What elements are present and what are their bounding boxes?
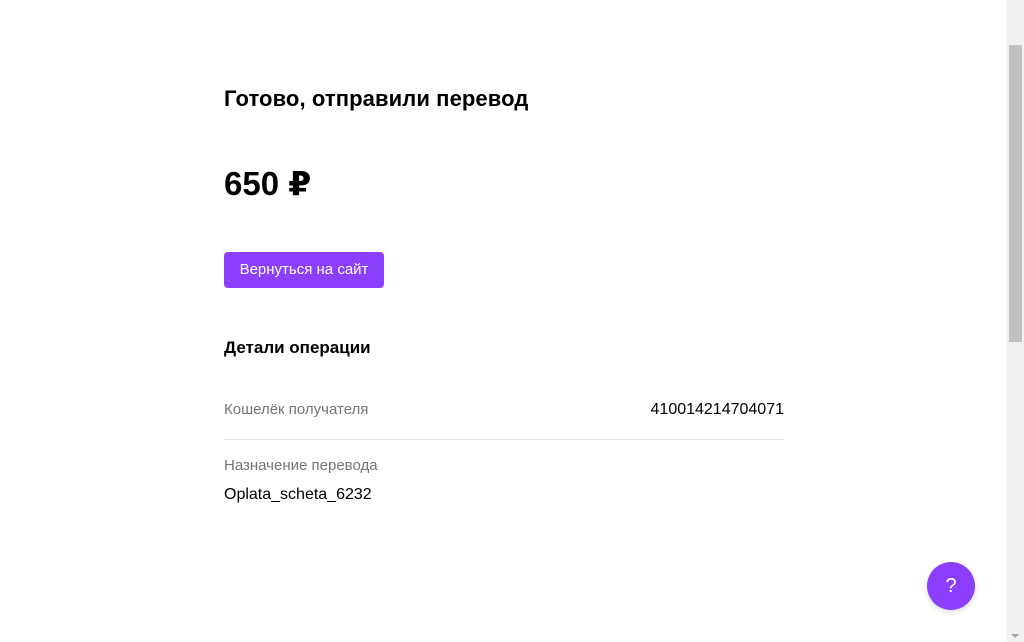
transfer-amount: 650 ₽ (224, 165, 312, 202)
page: Готово, отправили перевод 650 ₽ Вернутьс… (0, 0, 1024, 642)
purpose-value: Oplata_scheta_6232 (224, 486, 372, 503)
page-title: Готово, отправили перевод (224, 86, 529, 111)
help-button[interactable]: ? (927, 562, 975, 610)
purpose-label: Назначение перевода (224, 457, 378, 474)
vertical-scrollbar[interactable] (1007, 0, 1024, 642)
wallet-value: 410014214704071 (650, 401, 784, 418)
wallet-label: Кошелёк получателя (224, 401, 369, 418)
return-to-site-button[interactable]: Вернуться на сайт (224, 252, 384, 288)
details-title: Детали операции (224, 338, 371, 357)
wallet-row: Кошелёк получателя 410014214704071 (224, 399, 784, 440)
scroll-down-arrow-icon[interactable] (1011, 634, 1019, 638)
scrollbar-thumb[interactable] (1009, 45, 1022, 342)
